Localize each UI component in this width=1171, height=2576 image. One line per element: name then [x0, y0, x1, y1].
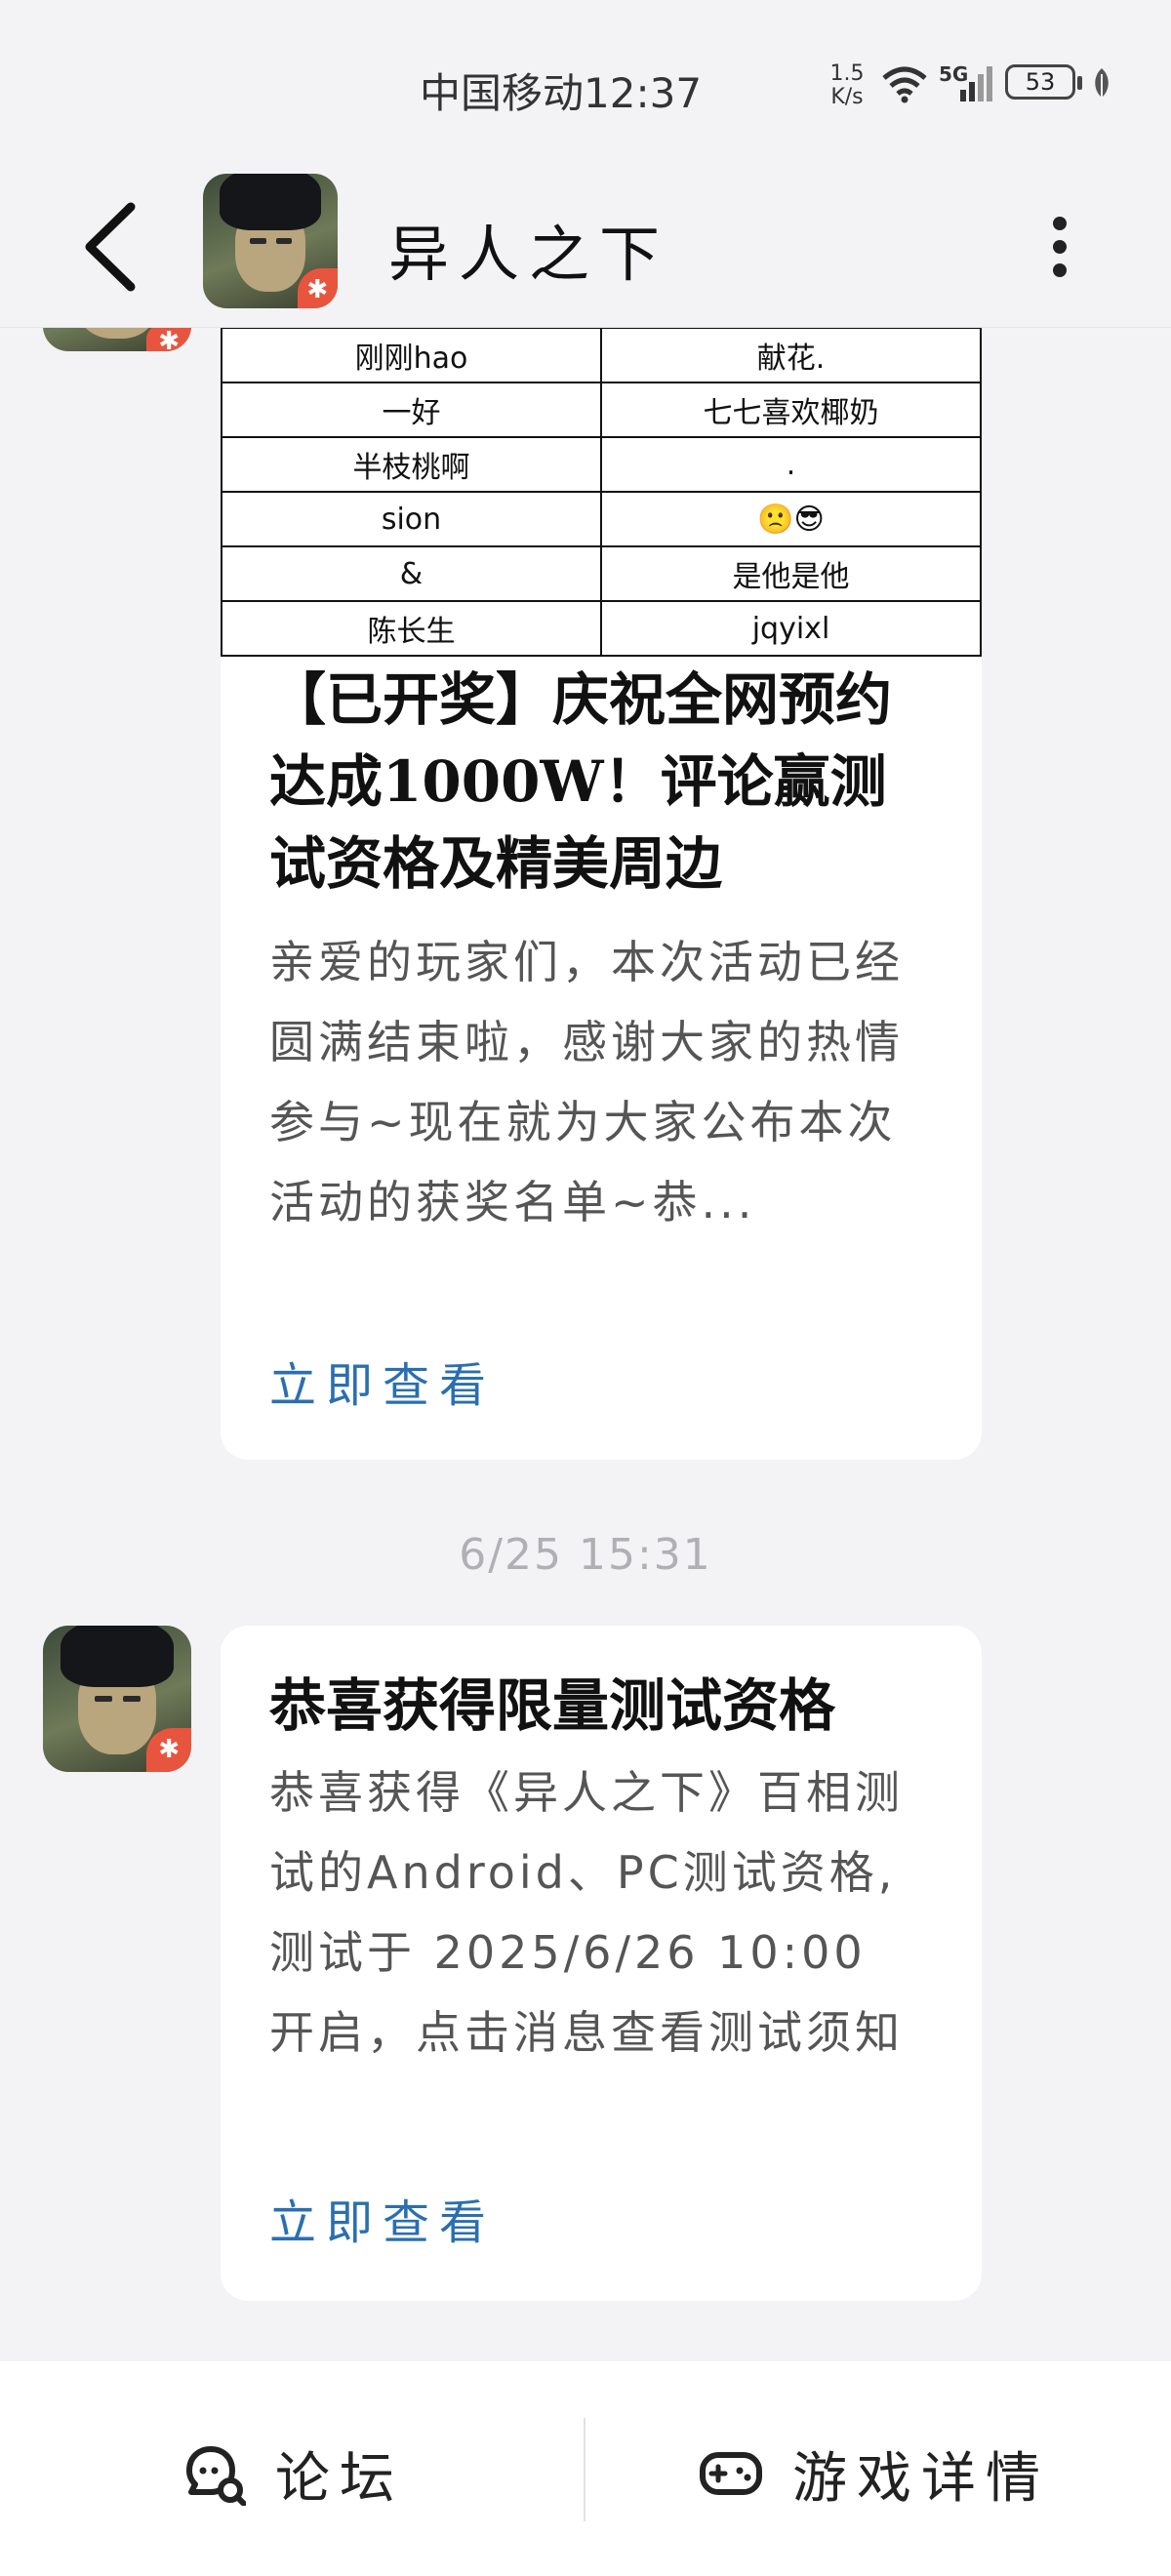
table-cell: .: [600, 436, 982, 493]
status-bar: 中国移动12:37 1.5 K/s 5G 53: [0, 0, 1171, 166]
net-speed: 1.5 K/s: [828, 62, 867, 109]
table-row: 陈长生 jqyixl: [221, 600, 982, 657]
table-cell: &: [221, 545, 602, 602]
game-details-label: 游戏详情: [792, 2446, 1050, 2511]
view-now-link[interactable]: 立即查看: [269, 1347, 496, 1415]
net-speed-unit: K/s: [830, 85, 864, 109]
table-row: 一好 七七喜欢椰奶: [221, 382, 982, 438]
table-cell: 陈长生: [221, 600, 602, 657]
game-details-tab[interactable]: 游戏详情: [699, 2430, 1050, 2517]
gamepad-icon: [700, 2452, 762, 2495]
battery-icon: 53: [1005, 64, 1075, 100]
message-body: 亲爱的玩家们，本次活动已经圆满结束啦，感谢大家的热情参与~现在就为大家公布本次活…: [269, 936, 904, 1228]
forum-icon: [186, 2446, 246, 2506]
table-cell: 半枝桃啊: [221, 436, 602, 493]
table-row: 半枝桃啊 .: [221, 436, 982, 493]
table-cell: 是他是他: [600, 545, 982, 602]
table-cell: 七七喜欢椰奶: [600, 382, 982, 438]
message-timestamp: 6/25 15:31: [459, 1530, 712, 1580]
table-cell: jqyixl: [600, 600, 982, 657]
table-cell: 🙁😎: [600, 491, 982, 547]
more-options-icon[interactable]: [1040, 207, 1079, 285]
forum-label: 论坛: [275, 2446, 404, 2511]
official-avatar[interactable]: ✱: [43, 1626, 191, 1772]
table-cell: sion: [221, 491, 602, 547]
page-title: 异人之下: [388, 219, 670, 290]
table-row: 刚刚hao 献花.: [221, 327, 982, 383]
chat-header: ✱ 异人之下: [0, 166, 1171, 328]
battery-level: 53: [1025, 68, 1056, 96]
message-body: 恭喜获得《异人之下》百相测试的Android、PC测试资格,测试于 2025/6…: [269, 1766, 904, 2059]
table-cell: 刚刚hao: [221, 327, 602, 383]
tab-divider: [584, 2418, 586, 2521]
message-card[interactable]: 恭喜获得限量测试资格 恭喜获得《异人之下》百相测试的Android、PC测试资格…: [221, 1626, 982, 2301]
back-icon[interactable]: [70, 193, 158, 301]
leaf-icon: [1095, 68, 1109, 100]
message-title: 恭喜获得限量测试资格: [269, 1672, 836, 1739]
battery-tip: [1077, 76, 1082, 90]
wifi-icon: [882, 66, 927, 103]
message-title: 【已开奖】庆祝全网预约达成1000W！评论赢测试资格及精美周边: [269, 666, 893, 897]
carrier-time: 中国移动12:37: [420, 69, 703, 117]
table-cell: 献花.: [600, 327, 982, 383]
table-row: & 是他是他: [221, 545, 982, 602]
net-speed-value: 1.5: [829, 61, 865, 86]
table-cell: 一好: [221, 382, 602, 438]
view-now-link[interactable]: 立即查看: [269, 2184, 496, 2252]
game-avatar[interactable]: ✱: [203, 174, 338, 308]
signal-icon: 5G: [939, 62, 997, 105]
table-row: sion 🙁😎: [221, 491, 982, 547]
forum-tab[interactable]: 论坛: [182, 2430, 404, 2517]
winners-table: 刚刚hao 献花. 一好 七七喜欢椰奶 半枝桃啊 . sion 🙁😎 & 是他是…: [221, 327, 982, 657]
bottom-bar: 论坛 游戏详情: [0, 2361, 1171, 2576]
